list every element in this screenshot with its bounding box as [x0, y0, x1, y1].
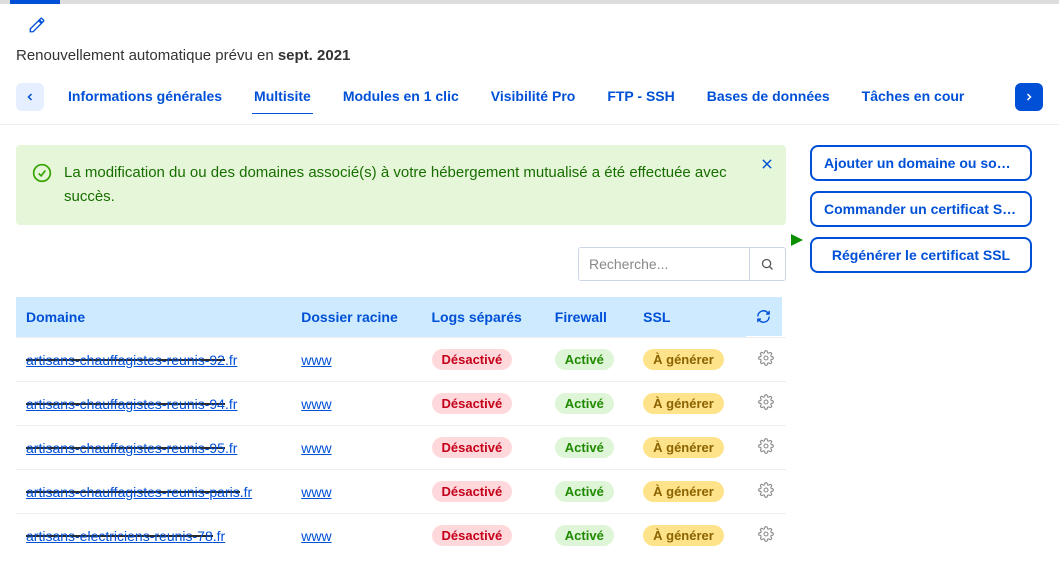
close-icon[interactable]: [760, 155, 774, 179]
root-folder-link[interactable]: www: [301, 440, 331, 456]
table-row: artisans-electriciens-reunis-78.fr www Dés…: [16, 514, 786, 558]
tab-0[interactable]: Informations générales: [66, 80, 224, 114]
check-circle-icon: [32, 163, 52, 191]
renewal-prefix: Renouvellement automatique prévu en: [16, 47, 278, 64]
domain-link[interactable]: artisans-chauffagistes-reunis-92.fr: [26, 352, 237, 368]
table-row: artisans-chauffagistes-reunis-95.fr www Dé…: [16, 426, 786, 470]
firewall-badge: Activé: [555, 393, 614, 414]
header-refresh[interactable]: [746, 297, 782, 336]
search-box: [578, 247, 786, 281]
regen-ssl-button[interactable]: Régénérer le certificat SSL: [810, 237, 1032, 273]
domain-link[interactable]: artisans-electriciens-reunis-78.fr: [26, 528, 225, 544]
table-row: artisans-chauffagistes-reunis-92.fr www Dé…: [16, 338, 786, 382]
left-column: La modification du ou des domaines assoc…: [16, 145, 786, 557]
table-header-row: Domaine Dossier racine Logs séparés Fire…: [16, 297, 786, 338]
tabs-next-button[interactable]: [1015, 83, 1043, 111]
root-folder-link[interactable]: www: [301, 396, 331, 412]
firewall-badge: Activé: [555, 525, 614, 546]
tabs-row: Informations générales Multisite Modules e…: [0, 76, 1059, 125]
header-domain[interactable]: Domaine: [16, 297, 291, 338]
root-folder-link[interactable]: www: [301, 352, 331, 368]
renewal-subtitle: Renouvellement automatique prévu en sept…: [0, 41, 1059, 76]
logs-badge: Désactivé: [432, 525, 513, 546]
domains-table: Domaine Dossier racine Logs séparés Fire…: [16, 297, 786, 557]
add-domain-button[interactable]: Ajouter un domaine ou sous …: [810, 145, 1032, 181]
tab-6[interactable]: Tâches en cour: [860, 80, 967, 114]
tabs-list: Informations générales Multisite Modules e…: [54, 80, 1005, 114]
search-row: [16, 247, 786, 281]
gear-icon[interactable]: [758, 353, 774, 369]
firewall-badge: Activé: [555, 481, 614, 502]
header-logs[interactable]: Logs séparés: [422, 297, 545, 338]
table-row: artisans-chauffagistes-reunis-94.fr www Dé…: [16, 382, 786, 426]
alert-message: La modification du ou des domaines assoc…: [64, 161, 746, 209]
root-folder-link[interactable]: www: [301, 484, 331, 500]
gear-icon[interactable]: [758, 397, 774, 413]
order-ssl-button[interactable]: Commander un certificat SSL: [810, 191, 1032, 227]
top-accent-bar: [0, 0, 1059, 4]
tab-3[interactable]: Visibilité Pro: [489, 80, 578, 114]
gear-icon[interactable]: [758, 441, 774, 457]
highlight-arrow-icon: [788, 231, 806, 252]
logs-badge: Désactivé: [432, 481, 513, 502]
ssl-badge: À générer: [643, 393, 724, 414]
tab-5[interactable]: Bases de données: [705, 80, 832, 114]
domain-link[interactable]: artisans-chauffagistes-reunis-paris.fr: [26, 484, 252, 500]
ssl-badge: À générer: [643, 481, 724, 502]
header-ssl[interactable]: SSL: [633, 297, 746, 338]
gear-icon[interactable]: [758, 485, 774, 501]
tab-4[interactable]: FTP - SSH: [605, 80, 676, 114]
gear-icon[interactable]: [758, 529, 774, 545]
edit-row: [0, 4, 1059, 41]
logs-badge: Désactivé: [432, 437, 513, 458]
renewal-date: sept. 2021: [278, 47, 351, 64]
domain-link[interactable]: artisans-chauffagistes-reunis-94.fr: [26, 396, 237, 412]
logs-badge: Désactivé: [432, 349, 513, 370]
search-button[interactable]: [749, 248, 785, 280]
edit-icon[interactable]: [28, 21, 46, 37]
search-input[interactable]: [579, 248, 749, 280]
tab-1[interactable]: Multisite: [252, 80, 313, 114]
firewall-badge: Activé: [555, 349, 614, 370]
content-row: La modification du ou des domaines assoc…: [0, 125, 1059, 557]
header-firewall[interactable]: Firewall: [545, 297, 633, 338]
tab-2[interactable]: Modules en 1 clic: [341, 80, 461, 114]
firewall-badge: Activé: [555, 437, 614, 458]
header-root[interactable]: Dossier racine: [291, 297, 421, 338]
logs-badge: Désactivé: [432, 393, 513, 414]
tabs-prev-button[interactable]: [16, 83, 44, 111]
table-body: artisans-chauffagistes-reunis-92.fr www Dé…: [16, 338, 786, 558]
success-alert: La modification du ou des domaines assoc…: [16, 145, 786, 225]
domain-link[interactable]: artisans-chauffagistes-reunis-95.fr: [26, 440, 237, 456]
table-row: artisans-chauffagistes-reunis-paris.fr ww…: [16, 470, 786, 514]
root-folder-link[interactable]: www: [301, 528, 331, 544]
ssl-badge: À générer: [643, 349, 724, 370]
ssl-badge: À générer: [643, 437, 724, 458]
ssl-badge: À générer: [643, 525, 724, 546]
right-column: Ajouter un domaine ou sous … Commander u…: [810, 145, 1043, 273]
